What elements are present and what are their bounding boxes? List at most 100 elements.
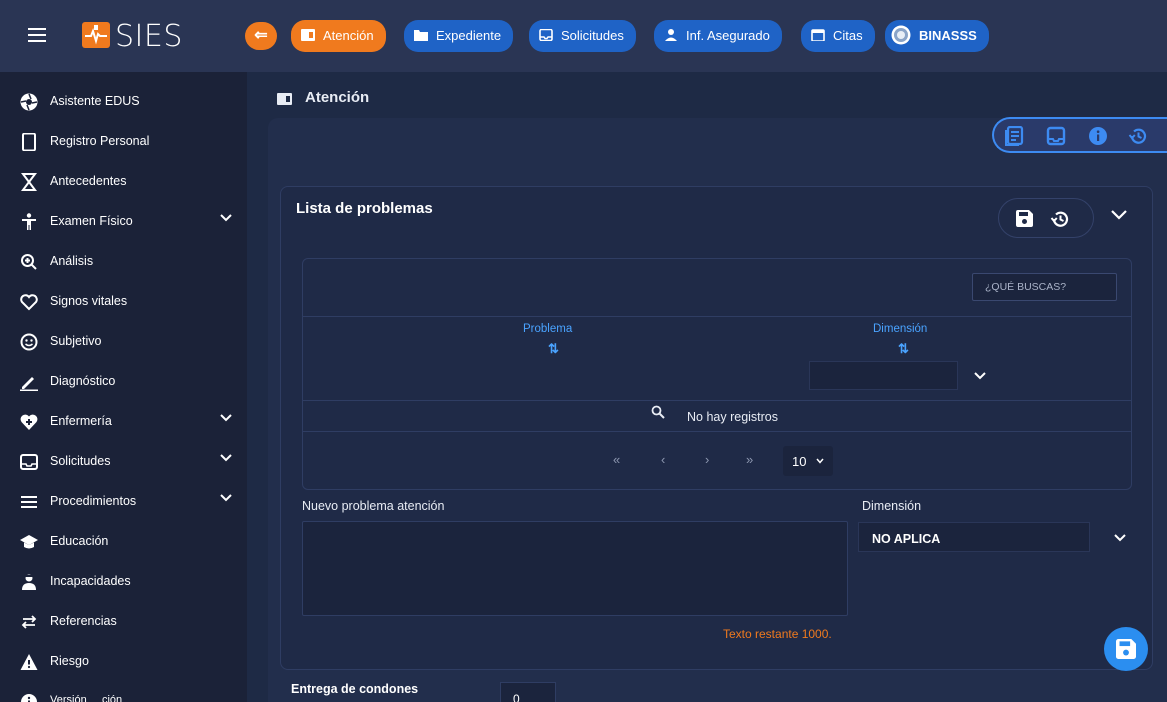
sidebar-item-antecedentes[interactable]: Antecedentes xyxy=(0,162,247,200)
first-page-button[interactable]: « xyxy=(613,452,620,467)
info-icon[interactable] xyxy=(1088,126,1108,146)
save-icon[interactable] xyxy=(1016,210,1033,227)
divider xyxy=(303,316,1131,317)
tab-citas[interactable]: Citas xyxy=(801,20,875,52)
chevron-down-icon[interactable] xyxy=(973,368,987,382)
person-standing-icon xyxy=(22,213,36,230)
sidebar-item-label: Diagnóstico xyxy=(50,374,116,388)
sidebar-item-label: Versión ción xyxy=(50,694,123,702)
quick-actions-bar xyxy=(992,117,1167,153)
chevron-down-icon[interactable] xyxy=(1113,530,1127,544)
zoom-in-icon xyxy=(21,254,37,270)
chevron-down-icon xyxy=(816,458,824,464)
next-page-button[interactable]: › xyxy=(705,452,709,467)
smiley-icon xyxy=(20,333,38,351)
dimension-filter-select[interactable] xyxy=(809,361,958,390)
sidebar-item-label: Referencias xyxy=(50,614,117,628)
section-title: Lista de problemas xyxy=(296,200,433,217)
tab-label: BINASSS xyxy=(919,28,977,43)
page-size-value: 10 xyxy=(792,454,807,469)
search-icon xyxy=(651,405,665,419)
prev-page-button[interactable]: ‹ xyxy=(661,452,665,467)
sidebar-item-subjetivo[interactable]: Subjetivo xyxy=(0,322,247,360)
chevron-down-icon[interactable] xyxy=(220,451,232,463)
pencil-icon xyxy=(20,377,38,391)
chevron-down-icon[interactable] xyxy=(220,411,232,423)
sidebar-item-label: Educación xyxy=(50,534,109,548)
collapse-sidebar-button[interactable]: ⇐ xyxy=(245,22,277,50)
sidebar-item-label: Registro Personal xyxy=(50,134,150,148)
column-header-dimension[interactable]: Dimensión xyxy=(873,323,927,335)
dimension-label: Dimensión xyxy=(862,499,922,513)
menu-icon[interactable] xyxy=(28,28,46,42)
sidebar-item-registro-personal[interactable]: Registro Personal xyxy=(0,122,247,160)
sidebar: Asistente EDUS Registro Personal Anteced… xyxy=(0,72,247,702)
info-icon xyxy=(21,694,37,702)
tab-label: Expediente xyxy=(436,28,502,43)
history-icon[interactable] xyxy=(1050,209,1070,229)
tab-solicitudes[interactable]: Solicitudes xyxy=(529,20,636,52)
tab-label: Citas xyxy=(833,28,863,43)
tab-expediente[interactable]: Expediente xyxy=(404,20,514,52)
sidebar-item-label: Análisis xyxy=(50,254,94,268)
page-title: Atención xyxy=(305,89,370,106)
divider xyxy=(303,400,1131,401)
search-input[interactable]: ¿QUÉ BUSCAS? xyxy=(972,273,1117,301)
page-size-select[interactable]: 10 xyxy=(783,446,833,476)
condones-label: Entrega de condones xyxy=(291,682,419,696)
chevron-down-icon[interactable] xyxy=(1110,205,1128,223)
notes-icon[interactable] xyxy=(1005,126,1025,146)
sidebar-item-enfermeria[interactable]: Enfermería xyxy=(0,402,247,440)
sidebar-item-label: Procedimientos xyxy=(50,494,137,508)
tab-inf-asegurado[interactable]: Inf. Asegurado xyxy=(654,20,782,52)
sidebar-item-label: Antecedentes xyxy=(50,174,127,188)
history-icon[interactable] xyxy=(1128,126,1148,146)
sidebar-item-riesgo[interactable]: Riesgo xyxy=(0,642,247,680)
aperture-icon xyxy=(20,93,38,111)
medical-person-icon xyxy=(22,574,36,590)
inbox-icon[interactable] xyxy=(1046,126,1066,146)
inbox-icon xyxy=(20,454,38,470)
seal-icon xyxy=(891,25,911,45)
save-button[interactable] xyxy=(1104,627,1148,671)
list-icon xyxy=(21,496,37,508)
sidebar-item-educacion[interactable]: Educación xyxy=(0,522,247,560)
tab-binasss[interactable]: BINASSS xyxy=(885,20,989,52)
section-actions xyxy=(998,198,1094,238)
tab-atencion[interactable]: Atención xyxy=(291,20,386,52)
sidebar-item-version[interactable]: Versión ción xyxy=(0,682,247,702)
sort-icon[interactable]: ⇅ xyxy=(898,341,909,357)
sidebar-item-asistente-edus[interactable]: Asistente EDUS xyxy=(0,82,247,120)
sidebar-item-label: Signos vitales xyxy=(50,294,128,308)
card-icon xyxy=(277,93,292,105)
divider xyxy=(303,431,1131,432)
sidebar-item-label: Incapacidades xyxy=(50,574,131,588)
sidebar-item-label: Riesgo xyxy=(50,654,89,668)
sies-logo-icon xyxy=(82,22,110,48)
empty-message: No hay registros xyxy=(687,410,779,424)
sidebar-item-referencias[interactable]: Referencias xyxy=(0,602,247,640)
column-header-problema[interactable]: Problema xyxy=(523,323,572,335)
sidebar-item-analisis[interactable]: Análisis xyxy=(0,242,247,280)
sidebar-item-diagnostico[interactable]: Diagnóstico xyxy=(0,362,247,400)
new-problem-textarea[interactable] xyxy=(302,521,848,616)
tab-label: Solicitudes xyxy=(561,28,624,43)
tablet-icon xyxy=(22,133,36,151)
sidebar-item-procedimientos[interactable]: Procedimientos xyxy=(0,482,247,520)
sidebar-item-label: Solicitudes xyxy=(50,454,111,468)
sort-icon[interactable]: ⇅ xyxy=(548,341,559,357)
inbox-icon xyxy=(539,29,553,41)
last-page-button[interactable]: » xyxy=(746,452,753,467)
calendar-icon xyxy=(811,29,825,41)
chevron-down-icon[interactable] xyxy=(220,211,232,223)
chevron-down-icon[interactable] xyxy=(220,491,232,503)
sidebar-item-signos-vitales[interactable]: Signos vitales xyxy=(0,282,247,320)
card-icon xyxy=(301,29,315,41)
sidebar-item-label: Examen Físico xyxy=(50,214,133,228)
condones-input[interactable]: 0 xyxy=(500,682,556,702)
sidebar-item-solicitudes[interactable]: Solicitudes xyxy=(0,442,247,480)
sidebar-item-label: Subjetivo xyxy=(50,334,102,348)
sidebar-item-incapacidades[interactable]: Incapacidades xyxy=(0,562,247,600)
sidebar-item-examen-fisico[interactable]: Examen Físico xyxy=(0,202,247,240)
dimension-select[interactable]: NO APLICA xyxy=(858,522,1090,552)
